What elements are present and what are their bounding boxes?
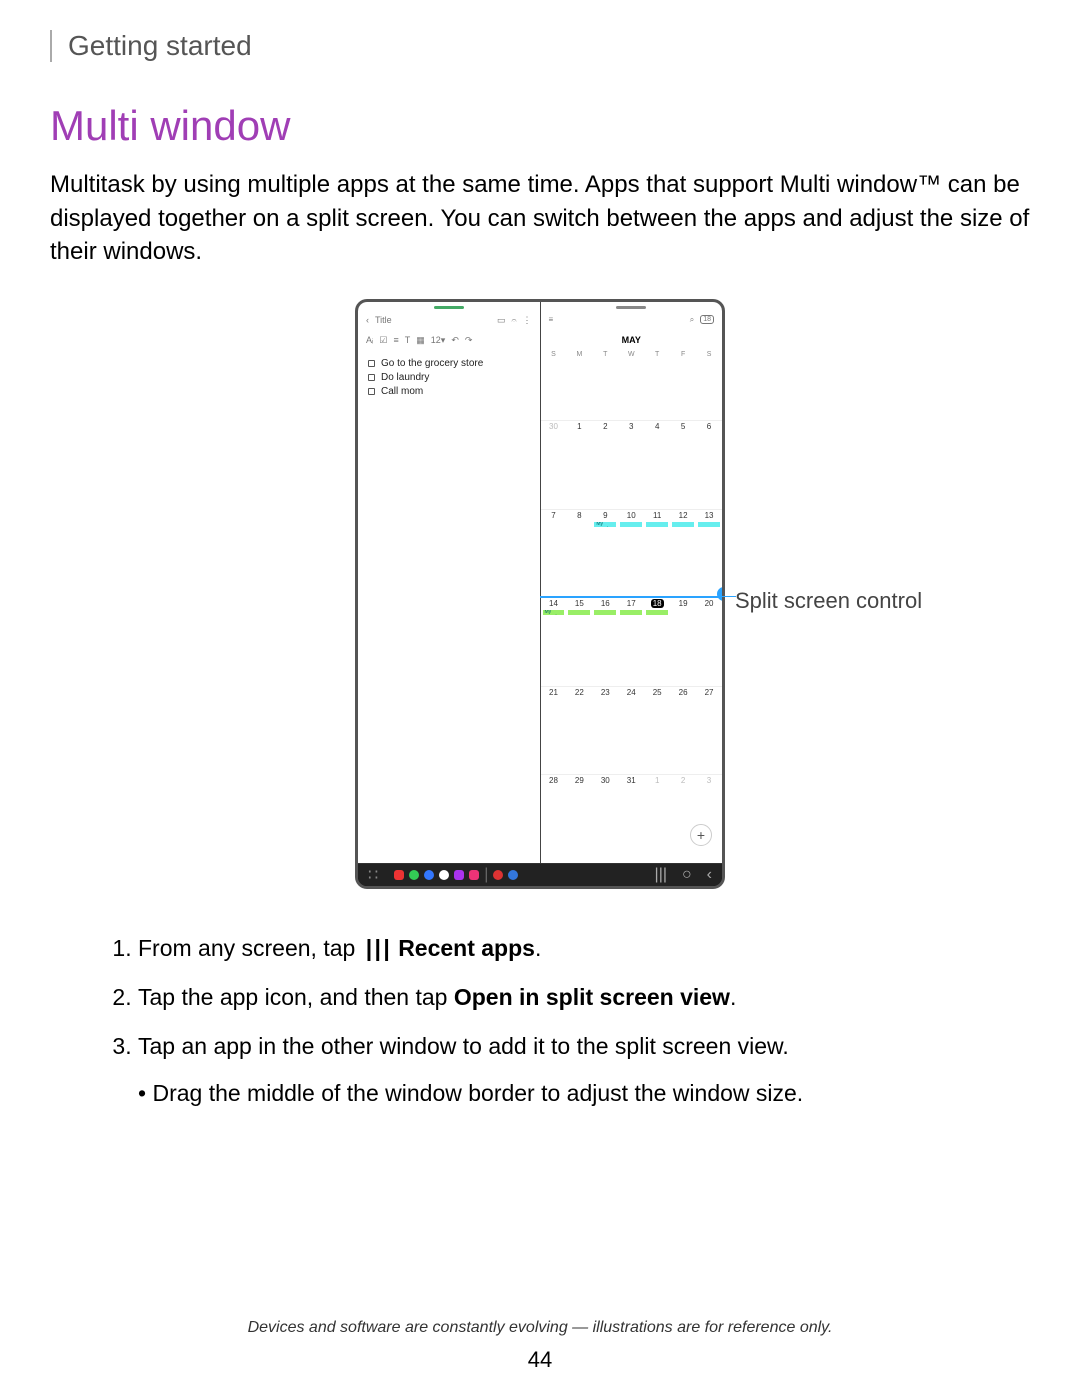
today-icon: 18 bbox=[700, 315, 714, 324]
taskbar: ∷ | ||| ○ ‹ bbox=[358, 864, 722, 886]
dock-app-icon bbox=[424, 870, 434, 880]
step-1: From any screen, tap | | | Recent apps. bbox=[138, 929, 1030, 968]
calendar-app: ≡ ⌕ 18 MAY SMTWTFS30123456789My event101… bbox=[541, 302, 723, 863]
notes-app: ‹ Title ▭ 𝄐 ⋮ Aᵢ ☑ ≡ T ▦ 12▾ ↶ ↷ bbox=[358, 302, 541, 863]
split-divider bbox=[540, 596, 724, 598]
checklist: Go to the grocery store Do laundry Call … bbox=[358, 349, 540, 406]
page-number: 44 bbox=[0, 1347, 1080, 1373]
calendar-month: MAY bbox=[541, 331, 723, 349]
illustration: ‹ Title ▭ 𝄐 ⋮ Aᵢ ☑ ≡ T ▦ 12▾ ↶ ↷ bbox=[50, 299, 1030, 889]
step-3-sub: Drag the middle of the window border to … bbox=[138, 1074, 1030, 1113]
dock-app-icon bbox=[394, 870, 404, 880]
check-icon: ☑ bbox=[379, 335, 387, 346]
intro-paragraph: Multitask by using multiple apps at the … bbox=[50, 168, 1030, 269]
dock-app-icon bbox=[469, 870, 479, 880]
divider-icon: | bbox=[484, 866, 488, 884]
dock-app-icon bbox=[454, 870, 464, 880]
step-3: Tap an app in the other window to add it… bbox=[138, 1027, 1030, 1113]
list-icon: ≡ bbox=[394, 335, 399, 345]
redo-icon: ↷ bbox=[465, 335, 473, 346]
list-item: Call mom bbox=[368, 386, 530, 397]
apps-icon: ∷ bbox=[368, 865, 378, 885]
notes-toolbar: Aᵢ ☑ ≡ T ▦ 12▾ ↶ ↷ bbox=[358, 332, 540, 349]
recent-apps-icon: | | | bbox=[362, 929, 392, 968]
book-icon: ▭ bbox=[497, 315, 506, 326]
note-title: Title bbox=[369, 315, 497, 325]
list-item: Go to the grocery store bbox=[368, 358, 530, 369]
callout-line bbox=[700, 596, 736, 597]
table-icon: ▦ bbox=[416, 335, 425, 346]
footer-note: Devices and software are constantly evol… bbox=[0, 1319, 1080, 1337]
callout-label: Split screen control bbox=[735, 588, 922, 614]
attach-icon: 𝄐 bbox=[505, 315, 522, 326]
breadcrumb: Getting started bbox=[50, 30, 1030, 62]
device-frame: ‹ Title ▭ 𝄐 ⋮ Aᵢ ☑ ≡ T ▦ 12▾ ↶ ↷ bbox=[355, 299, 725, 889]
nav-back-icon: ‹ bbox=[707, 866, 712, 884]
step-2: Tap the app icon, and then tap Open in s… bbox=[138, 978, 1030, 1017]
split-handle-icon bbox=[717, 587, 725, 601]
dock-app-icon bbox=[508, 870, 518, 880]
add-event-button: + bbox=[690, 824, 712, 846]
dock-app-icon bbox=[493, 870, 503, 880]
font-icon: Aᵢ bbox=[366, 335, 373, 345]
dock-app-icon bbox=[409, 870, 419, 880]
instruction-list: From any screen, tap | | | Recent apps. … bbox=[110, 929, 1030, 1113]
more-icon: ⋮ bbox=[523, 315, 532, 326]
menu-icon: ≡ bbox=[549, 315, 554, 324]
size-label: 12▾ bbox=[431, 335, 446, 346]
list-item: Do laundry bbox=[368, 372, 530, 383]
undo-icon: ↶ bbox=[451, 335, 459, 346]
search-icon: ⌕ bbox=[690, 315, 694, 325]
nav-home-icon: ○ bbox=[672, 866, 702, 884]
text-icon: T bbox=[405, 335, 411, 345]
calendar-grid: SMTWTFS30123456789My event1011121314My e… bbox=[541, 349, 723, 863]
nav-recent-icon: ||| bbox=[655, 866, 667, 884]
dock-app-icon bbox=[439, 870, 449, 880]
page-title: Multi window bbox=[50, 102, 1030, 150]
